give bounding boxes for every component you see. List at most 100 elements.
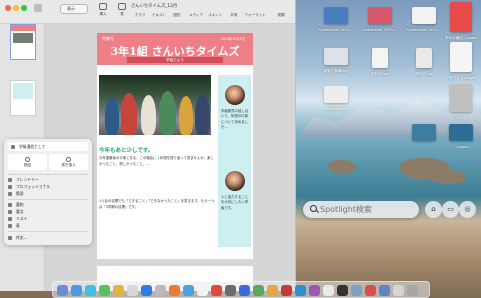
rewrite-button[interactable]: 書き換え (49, 154, 88, 170)
smile-icon (8, 178, 12, 182)
dock-app-icon[interactable] (225, 285, 236, 296)
file-label: … (422, 145, 426, 149)
spotlight-bar[interactable] (303, 201, 419, 218)
dock-app-icon[interactable] (99, 285, 110, 296)
menu-item-compose[interactable]: 作文... (8, 235, 27, 241)
dock-app-icon[interactable] (71, 285, 82, 296)
desktop-file-icon[interactable]: Screenshot 2023-… (360, 7, 400, 32)
desktop-file-icon[interactable]: 資料01.pdf (360, 48, 400, 77)
zoom-button[interactable] (21, 5, 27, 11)
right-column-text: 学級委員の話し合いで、年間の行事について決めました… (221, 109, 249, 130)
dock-app-icon[interactable] (393, 285, 404, 296)
student (159, 91, 176, 135)
button-label: 書き換え (61, 163, 76, 167)
student (141, 95, 156, 135)
portrait-image (225, 85, 245, 105)
section-label: 特集号 (102, 36, 114, 41)
right-column-text: 人と協力することを大切にしたい学級です。 (221, 195, 249, 210)
menu-item-friendly[interactable]: フレンドリー (8, 177, 39, 183)
dock-app-icon[interactable] (323, 285, 334, 296)
desktop-file-icon[interactable]: Screenshot 2023-… (404, 7, 444, 32)
list-icon (8, 217, 12, 221)
dock-app-icon[interactable] (211, 285, 222, 296)
dock-app-icon[interactable] (407, 285, 418, 296)
menu-item-summary[interactable]: 要約 (8, 202, 24, 208)
file-thumbnail (372, 48, 388, 68)
dock-app-icon[interactable] (379, 285, 390, 296)
student (121, 93, 137, 135)
rewrite-icon (66, 157, 71, 162)
prompt-field[interactable]: 学級通信として (8, 142, 88, 151)
view-menu-button[interactable]: 表示 (60, 4, 88, 14)
file-thumbnail (324, 7, 348, 24)
menu-label: フレンドリー (16, 177, 39, 182)
briefcase-icon (8, 185, 12, 189)
desktop-file-icon[interactable]: ハイ… (441, 84, 481, 121)
menu-item-table[interactable]: 表 (8, 223, 20, 229)
portrait-image (225, 171, 245, 191)
spotlight-search-input[interactable] (320, 202, 415, 217)
dock-app-icon[interactable] (57, 285, 68, 296)
dock-app-icon[interactable] (113, 285, 124, 296)
desktop-file-icon[interactable]: Screenshot 2023-… (316, 7, 356, 32)
page-thumbnail-1[interactable] (10, 24, 36, 60)
desktop-file-icon[interactable]: 資料02.pdf (404, 48, 444, 77)
compose-icon (8, 236, 12, 240)
dock-app-icon[interactable] (141, 285, 152, 296)
dock-app-icon[interactable] (127, 285, 138, 296)
thumb-box (13, 83, 33, 99)
desktop-file-icon[interactable]: 学年だより.pages (441, 42, 481, 81)
student (179, 96, 193, 135)
newsletter-subtitle: 学級だより (127, 57, 223, 63)
menu-item-key-points[interactable]: 要点 (8, 209, 24, 215)
dock-app-icon[interactable] (337, 285, 348, 296)
minimize-button[interactable] (13, 5, 19, 11)
file-label: ハイ… (455, 116, 467, 120)
dock-app-icon[interactable] (295, 285, 306, 296)
files-icon[interactable]: ▭ (442, 201, 459, 218)
sparkle-icon (11, 145, 15, 149)
dock-app-icon[interactable] (365, 285, 376, 296)
right-column: 学級委員の話し合いで、年間の行事について決めました… 人と協力することを大切にし… (218, 75, 251, 247)
dock-app-icon[interactable] (253, 285, 264, 296)
desktop-file-icon[interactable]: Interview.key (316, 86, 356, 111)
writing-tools-popover: 学級通信として 検証 書き換え フレンドリー プロフェッショナル 簡潔 要約 要… (4, 139, 92, 245)
menu-item-list[interactable]: リスト (8, 216, 27, 222)
student (195, 94, 210, 135)
newsletter-page[interactable]: 特集号 2023年12月1日 3年1組 さんいちタイムズ 学級だより 学級委員の… (97, 33, 253, 259)
dock-app-icon[interactable] (239, 285, 250, 296)
close-button[interactable] (5, 5, 11, 11)
desktop-file-icon[interactable]: 学年の通信…pages (441, 2, 481, 41)
file-label: 学年の通信…pages (444, 36, 478, 40)
file-label: …pages (453, 145, 469, 149)
menu-item-professional[interactable]: プロフェッショナル (8, 184, 50, 190)
menu-label: 要約 (16, 202, 24, 207)
dock-app-icon[interactable] (351, 285, 362, 296)
desktop-file-icon[interactable]: … (404, 124, 444, 149)
sidebar-toggle-icon[interactable] (34, 4, 42, 12)
proofread-button[interactable]: 検証 (8, 154, 47, 170)
dock-app-icon[interactable] (197, 285, 208, 296)
concise-icon (8, 192, 12, 196)
menu-item-concise[interactable]: 簡潔 (8, 191, 24, 197)
article-body: 今年度最後の行事となる、この機会に１年間を振り返って見ませんか。楽しかったこと、… (99, 156, 214, 166)
dock-app-icon[interactable] (281, 285, 292, 296)
dock-app-icon[interactable] (85, 285, 96, 296)
divider (8, 231, 88, 232)
dock-app-icon[interactable] (169, 285, 180, 296)
dock-app-icon[interactable] (309, 285, 320, 296)
class-photo[interactable] (99, 75, 211, 135)
apps-icon[interactable]: ⌂ (425, 201, 442, 218)
dock-app-icon[interactable] (267, 285, 278, 296)
page-thumbnail-2[interactable] (10, 80, 36, 116)
title-banner: 特集号 2023年12月1日 3年1組 さんいちタイムズ 学級だより (97, 33, 253, 65)
document-title: さんいちタイムズ_12月 (131, 4, 178, 9)
dock-app-icon[interactable] (155, 285, 166, 296)
desktop-file-icon[interactable]: 背景を準備.key (316, 48, 356, 74)
file-thumbnail (450, 84, 472, 112)
dock-app-icon[interactable] (183, 285, 194, 296)
desktop-file-icon[interactable]: …pages (441, 124, 481, 149)
shortcuts-icon[interactable]: ◎ (459, 201, 476, 218)
prompt-text: 学級通信として (11, 144, 45, 150)
thumb-title-band (11, 25, 35, 31)
